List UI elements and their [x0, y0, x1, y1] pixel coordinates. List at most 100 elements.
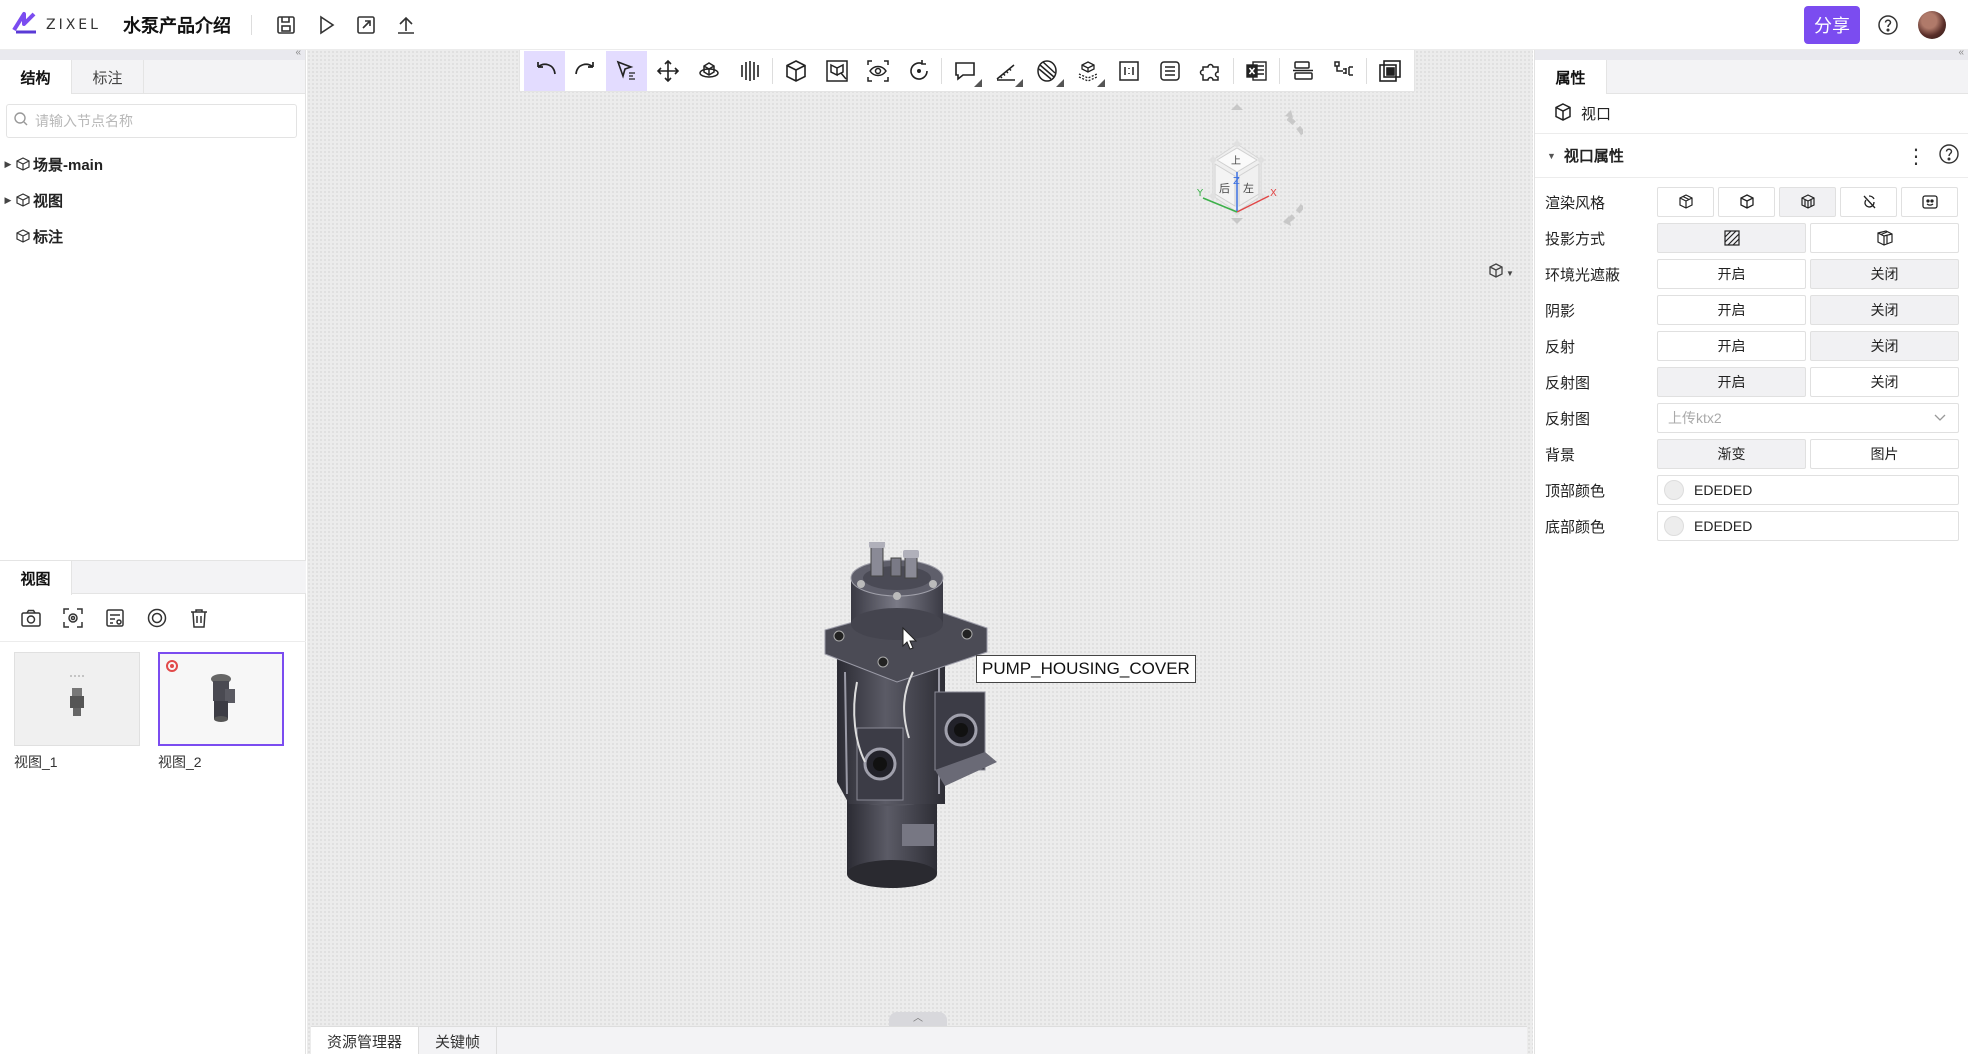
caret-right-icon[interactable]: ▶	[0, 159, 16, 170]
redo-icon[interactable]	[565, 51, 606, 91]
bottom-panel-toggle[interactable]: ︿	[889, 1012, 947, 1026]
search-icon	[13, 111, 29, 131]
background-gradient-button[interactable]: 渐变	[1657, 439, 1806, 469]
chevron-up-icon[interactable]: ︿	[913, 1013, 923, 1024]
more-options-icon[interactable]: ⋮	[1904, 144, 1928, 169]
navcube-top-label[interactable]: 上	[1231, 155, 1241, 167]
render-shaded-button[interactable]	[1718, 187, 1775, 217]
prop-background: 背景 渐变 图片	[1535, 436, 1968, 472]
ao-on-button[interactable]: 开启	[1657, 259, 1806, 289]
move-icon[interactable]	[647, 51, 688, 91]
document-title[interactable]: 水泵产品介绍	[123, 12, 231, 38]
tab-views[interactable]: 视图	[0, 561, 72, 595]
share-button[interactable]: 分享	[1804, 6, 1860, 44]
background-image-button[interactable]: 图片	[1810, 439, 1959, 469]
tab-keyframes[interactable]: 关键帧	[419, 1027, 498, 1054]
caret-right-icon[interactable]: ▶	[0, 195, 16, 206]
align-icon[interactable]	[1282, 51, 1323, 91]
projection-orthographic-button[interactable]	[1657, 223, 1806, 253]
render-shaded-edges-button[interactable]	[1657, 187, 1714, 217]
render-hidden-line-button[interactable]	[1840, 187, 1897, 217]
logo[interactable]: ZIXEL	[10, 10, 101, 40]
comment-icon[interactable]	[944, 51, 985, 91]
hierarchy-icon[interactable]	[1323, 51, 1364, 91]
top-color-field[interactable]: EDEDED	[1657, 475, 1959, 505]
cube-node-icon	[16, 193, 30, 207]
collapse-left-icon[interactable]: «	[295, 47, 301, 58]
collapse-caret-icon[interactable]: ▼	[1547, 151, 1556, 161]
shadow-on-button[interactable]: 开启	[1657, 295, 1806, 325]
reflection-off-button[interactable]: 关闭	[1810, 331, 1959, 361]
axis-x-label: X	[1270, 188, 1277, 199]
focus-camera-icon[interactable]	[52, 598, 94, 638]
box-select-icon[interactable]	[816, 51, 857, 91]
frame-icon[interactable]	[1108, 51, 1149, 91]
box-view-icon[interactable]	[775, 51, 816, 91]
view-mode-menu[interactable]: ▼	[1487, 262, 1514, 284]
undo-icon[interactable]	[524, 50, 565, 91]
layer-icon[interactable]	[1067, 51, 1108, 91]
shadow-off-button[interactable]: 关闭	[1810, 295, 1959, 325]
navcube-left-label[interactable]: 左	[1243, 182, 1254, 195]
tab-annotation[interactable]: 标注	[72, 60, 144, 94]
color-swatch[interactable]	[1664, 480, 1684, 500]
render-custom-button[interactable]	[1901, 187, 1958, 217]
section-icon[interactable]	[1026, 51, 1067, 91]
section-title: 视口属性	[1563, 148, 1624, 165]
overlay-icon[interactable]	[1369, 51, 1410, 91]
export-icon[interactable]	[346, 5, 386, 45]
right-panel-collapse[interactable]: «	[1535, 47, 1968, 60]
target-icon[interactable]	[136, 598, 178, 638]
navcube-back-label[interactable]: 后	[1219, 182, 1230, 195]
tab-properties[interactable]: 属性	[1535, 60, 1607, 94]
pump-model[interactable]	[817, 540, 997, 906]
left-panel-collapse[interactable]: «	[0, 47, 305, 60]
view-list-icon[interactable]	[94, 598, 136, 638]
camera-icon[interactable]	[10, 598, 52, 638]
trash-icon[interactable]	[178, 598, 220, 638]
upload-icon[interactable]	[386, 5, 426, 45]
reflection-map-off-button[interactable]: 关闭	[1810, 367, 1959, 397]
tree-item-scene[interactable]: ▶ 场景-main	[0, 146, 305, 182]
play-icon[interactable]	[306, 5, 346, 45]
rotate-part-icon[interactable]	[688, 51, 729, 91]
reflection-map-select[interactable]: 上传ktx2	[1657, 403, 1959, 433]
tab-asset-manager[interactable]: 资源管理器	[311, 1027, 420, 1054]
tab-structure[interactable]: 结构	[0, 60, 72, 94]
right-tabs: 属性	[1535, 60, 1968, 94]
measure-icon[interactable]	[985, 51, 1026, 91]
bottom-color-field[interactable]: EDEDED	[1657, 511, 1959, 541]
navigation-cube[interactable]: 上 后 左 Z X Y	[1173, 100, 1317, 254]
search-input[interactable]	[35, 113, 275, 129]
render-wire-button[interactable]	[1779, 187, 1836, 217]
tree-item-annotations[interactable]: 标注	[0, 218, 305, 254]
prop-label: 环境光遮蔽	[1545, 266, 1621, 284]
tree-item-views[interactable]: ▶ 视图	[0, 182, 305, 218]
chevron-down-icon[interactable]: ▼	[1506, 269, 1514, 278]
select-icon[interactable]	[606, 50, 647, 91]
puzzle-icon[interactable]	[1190, 51, 1231, 91]
cube-node-icon	[16, 157, 30, 171]
viewport-properties-header[interactable]: ▼ 视口属性 ⋮	[1535, 134, 1968, 178]
refresh-icon[interactable]	[898, 51, 939, 91]
projection-perspective-button[interactable]	[1810, 223, 1959, 253]
help-icon[interactable]	[1868, 5, 1908, 45]
reflection-map-on-button[interactable]: 开启	[1657, 367, 1806, 397]
list-icon[interactable]	[1149, 51, 1190, 91]
help-icon[interactable]	[1938, 143, 1960, 169]
color-swatch[interactable]	[1664, 516, 1684, 536]
3d-viewport[interactable]: 上 后 左 Z X Y ▼ PUMP_HOUSING_COVER ︿ 资源管理器…	[307, 50, 1533, 1054]
save-icon[interactable]	[266, 5, 306, 45]
reflection-on-button[interactable]: 开启	[1657, 331, 1806, 361]
eye-icon[interactable]	[857, 51, 898, 91]
user-avatar[interactable]	[1918, 11, 1946, 39]
app-window: ZIXEL 水泵产品介绍 分享 « 结构 标注 请输入节点名称 ▶ 场景-mai…	[0, 0, 1968, 1054]
ao-off-button[interactable]: 关闭	[1810, 259, 1959, 289]
excel-icon[interactable]	[1236, 51, 1277, 91]
cube-view-icon[interactable]	[1487, 262, 1505, 284]
view-thumbnail-1[interactable]: 视图_1	[14, 652, 140, 772]
dropdown-corner-icon	[1015, 78, 1023, 87]
view-thumbnail-2[interactable]: 视图_2	[158, 652, 284, 772]
explode-icon[interactable]	[729, 51, 770, 91]
collapse-right-icon[interactable]: «	[1958, 47, 1964, 58]
